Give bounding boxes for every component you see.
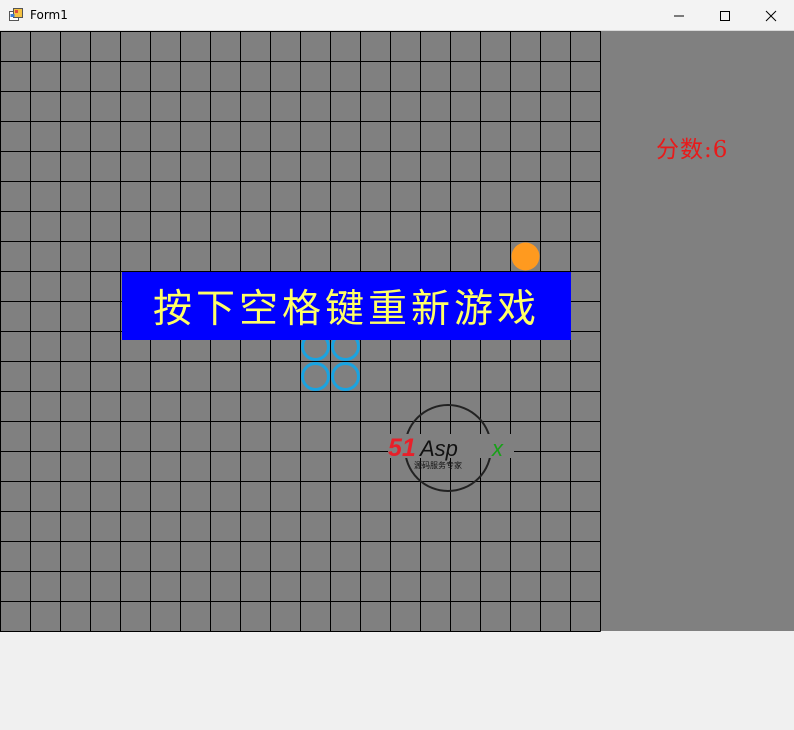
maximize-icon — [720, 10, 730, 21]
restart-prompt-text: 按下空格键重新游戏 — [152, 287, 540, 332]
windows-form-icon — [9, 8, 23, 21]
close-button[interactable] — [748, 0, 794, 31]
food-pellet — [511, 242, 540, 271]
restart-prompt: 按下空格键重新游戏 — [122, 272, 571, 340]
maximize-button[interactable] — [702, 0, 748, 31]
minimize-icon — [674, 15, 684, 16]
window-title: Form1 — [30, 8, 68, 22]
watermark-tagline: 源码服务专家 — [414, 460, 462, 470]
title-bar: Form1 — [0, 0, 794, 31]
snake-segment — [301, 362, 330, 391]
svg-text:x: x — [491, 436, 504, 461]
watermark-logo-mark: 51 — [388, 434, 416, 462]
minimize-button[interactable] — [656, 0, 702, 31]
watermark-logo: 51 Asp x 源码服务专家 — [388, 404, 514, 492]
snake-segment — [331, 362, 360, 391]
score-label: 分数:6 — [656, 137, 729, 163]
svg-text:Asp: Asp — [418, 436, 458, 461]
close-icon — [765, 10, 777, 21]
